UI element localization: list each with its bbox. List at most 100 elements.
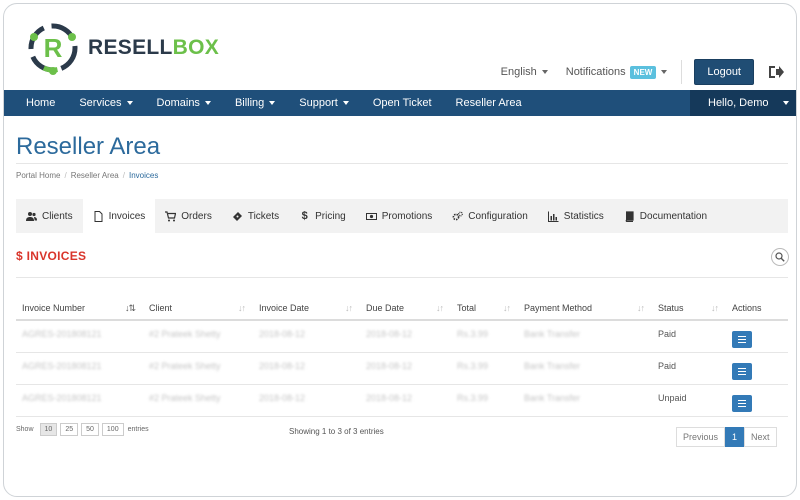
- tab-tickets[interactable]: Tickets: [222, 199, 289, 233]
- previous-page-button[interactable]: Previous: [676, 427, 726, 447]
- nav-home[interactable]: Home: [4, 90, 67, 116]
- column-header-actions: Actions: [726, 296, 788, 321]
- sign-out-icon[interactable]: [768, 65, 784, 79]
- tab-statistics[interactable]: Statistics: [538, 199, 614, 233]
- column-header-payment-method[interactable]: Payment Method ↓↑: [518, 296, 652, 321]
- breadcrumb-separator: /: [122, 171, 125, 180]
- notifications-dropdown[interactable]: Notifications NEW: [565, 65, 668, 79]
- brand-logo[interactable]: R RESELLBOX: [24, 19, 219, 77]
- book-icon: [625, 210, 634, 222]
- show-label: Show: [16, 426, 34, 433]
- nav-reseller-area[interactable]: Reseller Area: [444, 90, 534, 116]
- cell-invoice-number[interactable]: AGRES-201808121: [16, 384, 143, 417]
- new-badge: NEW: [629, 65, 657, 79]
- page-length-option[interactable]: 100: [101, 423, 124, 436]
- column-header-due-date[interactable]: Due Date ↓↑: [360, 296, 451, 321]
- nav-domains[interactable]: Domains: [145, 90, 223, 116]
- pagination: Previous 1 Next: [676, 427, 777, 447]
- cell-client: #2 Prateek Shetty: [143, 384, 253, 417]
- logo-mark-icon: R: [24, 19, 82, 77]
- cell-due-date: 2018-08-12: [360, 384, 451, 417]
- breadcrumb-portal-home[interactable]: Portal Home: [16, 171, 60, 180]
- search-button[interactable]: [771, 248, 789, 266]
- nav-open-ticket[interactable]: Open Ticket: [361, 90, 444, 116]
- column-header-label: Client: [149, 302, 173, 313]
- cell-client: #2 Prateek Shetty: [143, 320, 253, 353]
- page-length-option[interactable]: 50: [81, 423, 99, 436]
- table-row: AGRES-201808121 #2 Prateek Shetty 2018-0…: [16, 320, 788, 353]
- tab-orders[interactable]: Orders: [155, 199, 222, 233]
- tab-configuration-label: Configuration: [468, 210, 528, 222]
- cell-actions: [726, 352, 788, 385]
- nav-open-ticket-label: Open Ticket: [372, 97, 432, 109]
- chevron-down-icon: [541, 70, 548, 74]
- reseller-tabs: Clients Invoices Orders Tickets $ Pricin…: [16, 199, 788, 233]
- page-length-option[interactable]: 25: [60, 423, 79, 436]
- tab-invoices-label: Invoices: [108, 210, 146, 222]
- entries-label: entries: [127, 426, 149, 433]
- sort-icon: ↓↑: [345, 303, 353, 313]
- page-button-current[interactable]: 1: [725, 427, 745, 447]
- cell-invoice-number[interactable]: AGRES-201808121: [16, 320, 143, 353]
- column-header-total[interactable]: Total ↓↑: [451, 296, 518, 321]
- column-header-status[interactable]: Status ↓↑: [652, 296, 726, 321]
- divider: [681, 60, 683, 84]
- column-header-label: Actions: [732, 302, 762, 313]
- tab-promotions[interactable]: Promotions: [356, 199, 443, 233]
- next-page-button[interactable]: Next: [744, 427, 777, 447]
- search-icon: [775, 252, 785, 262]
- column-header-invoice-date[interactable]: Invoice Date ↓↑: [253, 296, 360, 321]
- view-invoice-button[interactable]: [732, 331, 752, 348]
- tab-invoices[interactable]: Invoices: [82, 199, 156, 233]
- nav-home-label: Home: [26, 97, 56, 109]
- logout-button[interactable]: Logout: [694, 59, 754, 85]
- view-invoice-button[interactable]: [732, 362, 752, 380]
- tab-pricing-label: Pricing: [315, 210, 346, 222]
- nav-services[interactable]: Services: [67, 90, 144, 116]
- ticket-icon: [232, 211, 242, 221]
- nav-billing-label: Billing: [234, 97, 265, 109]
- column-header-invoice-number[interactable]: Invoice Number ↓⇅: [16, 296, 143, 321]
- nav-reseller-area-label: Reseller Area: [455, 97, 522, 109]
- nav-domains-label: Domains: [156, 97, 200, 109]
- cell-payment-method: Bank Transfer: [518, 384, 652, 417]
- column-header-label: Total: [457, 302, 477, 313]
- brand-name-part1: RESELL: [88, 36, 173, 59]
- user-menu[interactable]: Hello, Demo: [690, 90, 796, 116]
- chevron-down-icon: [782, 101, 789, 105]
- language-dropdown[interactable]: English: [501, 66, 548, 78]
- table-header-row: Invoice Number ↓⇅ Client ↓↑ Invoice Date ↓↑…: [16, 296, 788, 321]
- dollar-icon: $: [301, 209, 308, 222]
- chevron-down-icon: [269, 101, 276, 105]
- main-nav: Home Services Domains Billing Support Op…: [4, 90, 796, 116]
- nav-billing[interactable]: Billing: [223, 90, 287, 116]
- divider: [16, 277, 788, 278]
- cell-actions: [726, 384, 788, 417]
- users-icon: [26, 211, 37, 221]
- chevron-down-icon: [204, 101, 211, 105]
- tab-clients-label: Clients: [42, 210, 73, 222]
- nav-support[interactable]: Support: [287, 90, 361, 116]
- page-length-option[interactable]: 10: [39, 423, 58, 436]
- column-header-client[interactable]: Client ↓↑: [143, 296, 253, 321]
- tab-documentation-label: Documentation: [639, 210, 708, 222]
- tab-clients[interactable]: Clients: [16, 199, 83, 233]
- cart-icon: [165, 210, 177, 221]
- nav-support-label: Support: [299, 97, 338, 109]
- tab-configuration[interactable]: Configuration: [442, 199, 537, 233]
- table-info: Showing 1 to 3 of 3 entries: [289, 427, 384, 436]
- view-invoice-button[interactable]: [732, 394, 752, 412]
- tab-documentation[interactable]: Documentation: [614, 199, 717, 233]
- cell-actions: [726, 320, 788, 353]
- brand-name-part2: BOX: [172, 36, 220, 59]
- cell-status: Unpaid: [652, 384, 726, 417]
- column-header-label: Due Date: [366, 302, 405, 313]
- tab-statistics-label: Statistics: [563, 210, 604, 222]
- cell-invoice-number[interactable]: AGRES-201808121: [16, 352, 143, 385]
- notifications-label: Notifications: [565, 66, 626, 78]
- user-menu-label: Hello, Demo: [708, 97, 769, 109]
- tab-pricing[interactable]: $ Pricing: [289, 199, 356, 233]
- breadcrumb-reseller-area[interactable]: Reseller Area: [71, 171, 119, 180]
- sort-icon: ↓↑: [436, 303, 444, 313]
- tab-orders-label: Orders: [181, 210, 212, 222]
